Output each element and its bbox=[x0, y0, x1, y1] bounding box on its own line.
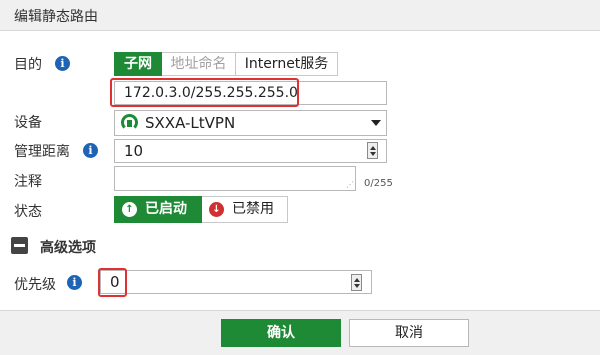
comment-char-counter: 0/255 bbox=[364, 178, 393, 189]
status-enabled-button[interactable]: ↑ 已启动 bbox=[114, 196, 202, 223]
status-disabled-label: 已禁用 bbox=[232, 201, 274, 217]
destination-label: 目的 bbox=[14, 57, 42, 73]
stepper-up-icon[interactable] bbox=[370, 146, 376, 150]
arrow-up-icon: ↑ bbox=[122, 202, 137, 217]
vpn-tunnel-icon bbox=[121, 114, 138, 131]
stepper-up-icon[interactable] bbox=[354, 278, 360, 282]
dialog-title: 编辑静态路由 bbox=[14, 9, 98, 25]
arrow-down-icon: ↓ bbox=[209, 202, 224, 217]
comment-textarea[interactable] bbox=[114, 166, 356, 191]
admin-distance-info-icon[interactable]: i bbox=[83, 143, 98, 158]
admin-distance-input[interactable]: 10 bbox=[114, 139, 387, 163]
chevron-down-icon[interactable] bbox=[371, 120, 381, 126]
cancel-button[interactable]: 取消 bbox=[349, 319, 469, 347]
status-enabled-label: 已启动 bbox=[145, 201, 187, 217]
admin-distance-label: 管理距离 bbox=[14, 144, 70, 160]
destination-info-icon[interactable]: i bbox=[55, 56, 70, 71]
stepper-down-icon[interactable] bbox=[354, 284, 360, 288]
comment-label: 注释 bbox=[14, 174, 42, 190]
tab-internet-service[interactable]: Internet服务 bbox=[236, 52, 338, 76]
status-disabled-button[interactable]: ↓ 已禁用 bbox=[202, 196, 288, 223]
device-label: 设备 bbox=[14, 115, 42, 131]
highlight-priority bbox=[98, 268, 127, 297]
status-label: 状态 bbox=[14, 204, 42, 220]
priority-input[interactable]: 0 bbox=[100, 270, 372, 294]
priority-label: 优先级 bbox=[14, 277, 56, 293]
priority-stepper[interactable] bbox=[351, 274, 362, 291]
tab-subnet[interactable]: 子网 bbox=[114, 52, 162, 76]
confirm-button[interactable]: 确认 bbox=[221, 319, 341, 347]
device-select[interactable]: SXXA-LtVPN bbox=[114, 110, 387, 136]
dialog-titlebar: 编辑静态路由 bbox=[0, 0, 600, 31]
tab-address-name[interactable]: 地址命名 bbox=[162, 52, 236, 76]
advanced-options-title: 高级选项 bbox=[40, 240, 96, 256]
priority-info-icon[interactable]: i bbox=[67, 275, 82, 290]
stepper-down-icon[interactable] bbox=[370, 152, 376, 156]
collapse-icon[interactable] bbox=[11, 237, 28, 254]
device-select-value: SXXA-LtVPN bbox=[145, 114, 236, 132]
admin-distance-stepper[interactable] bbox=[367, 142, 378, 159]
highlight-destination bbox=[110, 78, 299, 107]
resize-grip-icon[interactable]: ⋰ bbox=[346, 181, 354, 189]
